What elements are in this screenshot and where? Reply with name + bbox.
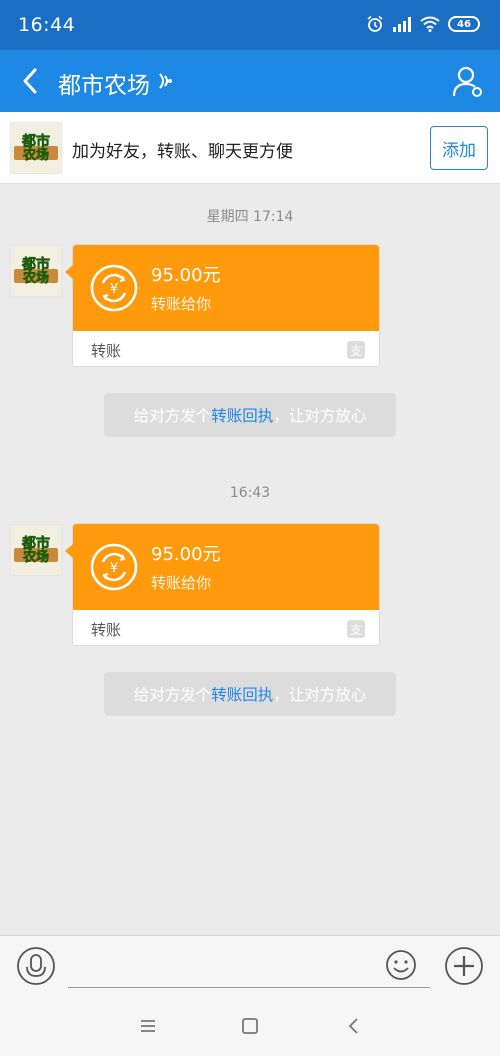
add-friend-prompt: 加为好友，转账、聊天更方便 [72,142,293,162]
add-friend-button[interactable]: 添加 [430,126,488,170]
svg-text:支: 支 [350,344,362,358]
transfer-yuan-icon: ¥ [90,543,138,591]
voice-input-button[interactable] [16,946,56,986]
microphone-icon [17,947,55,985]
add-friend-banner: 都市 农场 加为好友，转账、聊天更方便 添加 [0,112,500,184]
status-bar: 16:44 46 [0,0,500,50]
transfer-card-header: ¥ 95.00元 转账给你 [73,245,379,331]
back-nav-icon[interactable] [343,1015,365,1037]
message-text-input[interactable] [68,948,430,988]
chevron-left-icon [23,68,37,94]
back-button[interactable] [14,64,48,98]
svg-text:农场: 农场 [22,549,49,565]
alarm-icon [367,15,383,32]
message-input-bar [0,935,500,997]
transfer-card-header: ¥ 95.00元 转账给你 [73,524,379,610]
notice-suffix: ，让对方放心 [273,686,367,704]
system-nav-bar [0,997,500,1056]
home-icon[interactable] [239,1015,261,1037]
status-icons: 46 [366,15,480,33]
transfer-label: 转账 [91,342,122,360]
emoji-button[interactable] [384,948,418,982]
transfer-amount: 95.00元 [151,544,221,565]
message-timestamp: 16:43 [229,485,271,501]
receipt-notice: 给对方发个 转账回执 ，让对方放心 [104,672,396,716]
notice-prefix: 给对方发个 [133,407,212,425]
status-time: 16:44 [18,14,76,36]
receipt-link[interactable]: 转账回执 [211,683,273,705]
battery-indicator: 46 [448,16,480,32]
svg-text:¥: ¥ [110,561,118,576]
transfer-card[interactable]: ¥ 95.00元 转账给你 转账 支 [65,244,380,367]
sender-avatar[interactable]: 都市 农场 [10,245,62,297]
menu-icon[interactable] [137,1015,159,1037]
transfer-yuan-icon: ¥ [90,264,138,312]
chat-header: 都市农场 [0,50,500,112]
plus-icon [445,947,483,985]
smiley-icon [386,950,416,980]
sender-avatar[interactable]: 都市 农场 [10,524,62,576]
notice-suffix: ，让对方放心 [273,407,367,425]
profile-button[interactable] [452,64,484,98]
transfer-description: 转账给你 [151,295,212,313]
voice-wave-icon [159,73,172,89]
alipay-icon: 支 [347,620,365,638]
signal-icon [393,17,411,32]
user-settings-icon [452,66,482,97]
message-timestamp: 星期四 17:14 [206,209,294,225]
receipt-notice: 给对方发个 转账回执 ，让对方放心 [104,393,396,437]
transfer-amount: 95.00元 [151,265,221,286]
transfer-card[interactable]: ¥ 95.00元 转账给你 转账 支 [65,523,380,646]
alipay-icon: 支 [347,341,365,359]
svg-text:农场: 农场 [22,270,49,286]
transfer-description: 转账给你 [151,574,212,592]
chat-title: 都市农场 [58,73,150,99]
receipt-link[interactable]: 转账回执 [211,404,273,426]
wifi-icon [420,16,440,32]
transfer-label: 转账 [91,621,122,639]
svg-text:支: 支 [350,623,362,637]
farm-logo-avatar: 都市 农场 [10,122,62,174]
svg-text:农场: 农场 [22,147,49,163]
svg-text:¥: ¥ [110,282,118,297]
notice-prefix: 给对方发个 [133,686,212,704]
more-actions-button[interactable] [444,946,484,986]
